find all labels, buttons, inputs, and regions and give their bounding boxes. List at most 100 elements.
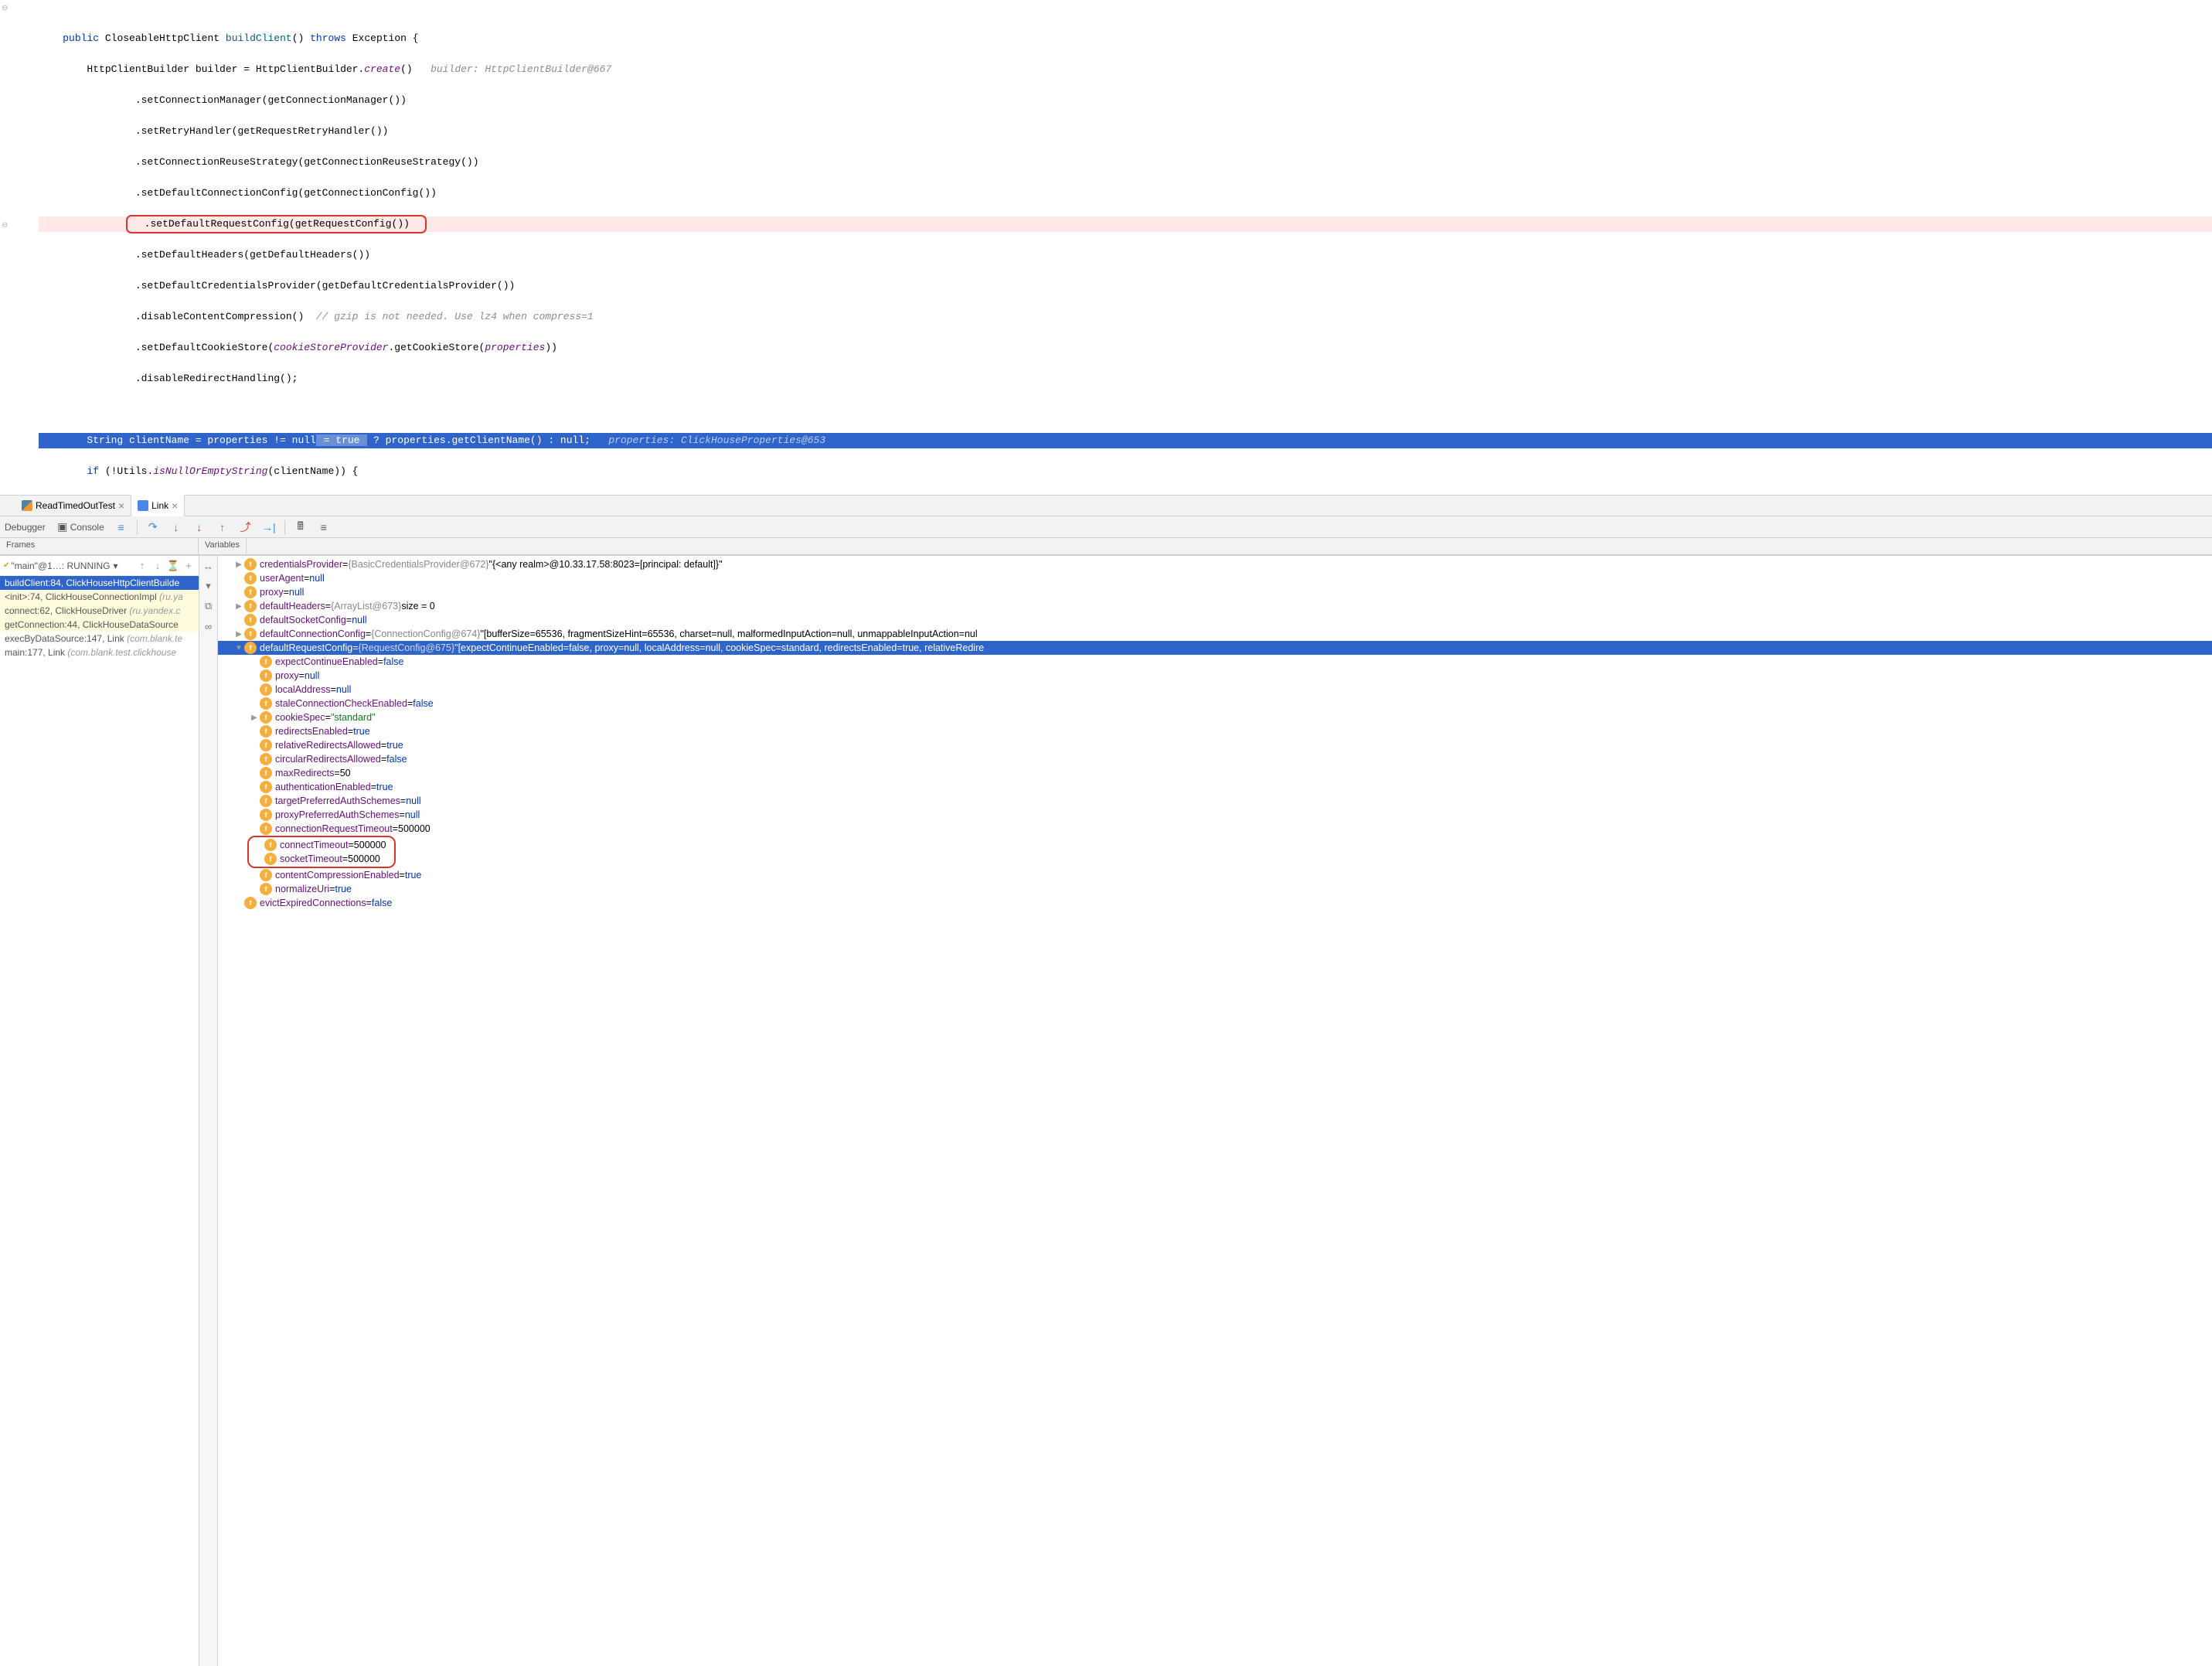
field-icon	[260, 823, 272, 835]
add-button[interactable]: +	[182, 559, 196, 573]
threads-button[interactable]: ≡	[111, 520, 132, 535]
filter-frames-button[interactable]: ⏳	[166, 559, 180, 573]
expand-icon[interactable]: ▶	[233, 630, 244, 639]
side-toolbar: ↔ ▾ ⧉ ∞	[199, 556, 218, 1666]
variable-row[interactable]: proxy = null	[218, 585, 2212, 599]
expand-icon[interactable]: ▶	[233, 560, 244, 569]
field-icon	[260, 656, 272, 668]
field-icon	[260, 795, 272, 807]
stack-frame[interactable]: getConnection:44, ClickHouseDataSource	[0, 618, 199, 632]
annotation-box: connectTimeout = 500000 socketTimeout = …	[247, 836, 396, 868]
fold-icon[interactable]: ⊖	[2, 2, 8, 17]
code-line: .setDefaultCredentialsProvider(getDefaul…	[39, 278, 2212, 294]
field-icon	[260, 753, 272, 765]
variable-row[interactable]: expectContinueEnabled = false	[218, 655, 2212, 669]
stack-frame[interactable]: buildClient:84, ClickHouseHttpClientBuil…	[0, 576, 199, 590]
code-line-highlighted: .setDefaultRequestConfig(getRequestConfi…	[39, 216, 2212, 232]
field-icon	[244, 614, 257, 626]
field-icon	[260, 869, 272, 881]
console-icon: ▣	[56, 521, 69, 533]
field-icon	[244, 586, 257, 598]
console-tab-button[interactable]: ▣Console	[52, 520, 109, 535]
field-icon	[244, 600, 257, 612]
debug-tabs: ReadTimedOutTest × Link ×	[0, 495, 2212, 516]
code-line: .setDefaultConnectionConfig(getConnectio…	[39, 186, 2212, 201]
debug-panel: ✔ "main"@1…: RUNNING ▾ ↑ ↓ ⏳ + buildClie…	[0, 555, 2212, 1666]
settings-button[interactable]: ▾	[202, 579, 216, 593]
code-line: .setDefaultHeaders(getDefaultHeaders())	[39, 247, 2212, 263]
variable-row[interactable]: defaultSocketConfig = null	[218, 613, 2212, 627]
frames-column: ✔ "main"@1…: RUNNING ▾ ↑ ↓ ⏳ + buildClie…	[0, 556, 199, 1666]
variable-row[interactable]: proxyPreferredAuthSchemes = null	[218, 808, 2212, 822]
field-icon	[264, 839, 277, 851]
run-to-cursor-button[interactable]: →|	[258, 520, 280, 535]
threads-icon: ≡	[115, 521, 128, 533]
variable-row-selected[interactable]: ▼defaultRequestConfig = {RequestConfig@6…	[218, 641, 2212, 655]
step-out-button[interactable]: ↑	[212, 520, 233, 535]
variables-tree[interactable]: ▶credentialsProvider = {BasicCredentials…	[218, 556, 2212, 1666]
variable-row[interactable]: targetPreferredAuthSchemes = null	[218, 794, 2212, 808]
panel-headers: Frames Variables	[0, 538, 2212, 555]
debug-toolbar: Debugger ▣Console ≡ ↷ ↓ ↓ ↑ ⤴ →| 🖩 ≡	[0, 516, 2212, 538]
variable-row[interactable]: ▶defaultConnectionConfig = {ConnectionCo…	[218, 627, 2212, 641]
close-icon[interactable]: ×	[172, 499, 178, 512]
variable-row[interactable]: evictExpiredConnections = false	[218, 896, 2212, 910]
copy-button[interactable]: ⧉	[202, 599, 216, 613]
stack-frame[interactable]: connect:62, ClickHouseDriver (ru.yandex.…	[0, 604, 199, 618]
code-editor[interactable]: ⊖ ⊖ public CloseableHttpClient buildClie…	[0, 0, 2212, 495]
variable-row[interactable]: userAgent = null	[218, 571, 2212, 585]
stack-frame[interactable]: <init>:74, ClickHouseConnectionImpl (ru.…	[0, 590, 199, 604]
close-icon[interactable]: ×	[118, 499, 124, 512]
field-icon	[264, 853, 277, 865]
variable-row[interactable]: authenticationEnabled = true	[218, 780, 2212, 794]
variable-row[interactable]: ▶credentialsProvider = {BasicCredentials…	[218, 557, 2212, 571]
inline-hint: builder: HttpClientBuilder@667	[430, 63, 611, 75]
variables-header: Variables	[199, 538, 247, 554]
expand-icon[interactable]: ▶	[249, 714, 260, 722]
field-icon	[260, 711, 272, 724]
evaluate-button[interactable]: 🖩	[290, 520, 311, 535]
stack-frame[interactable]: main:177, Link (com.blank.test.clickhous…	[0, 646, 199, 659]
variable-row[interactable]: relativeRedirectsAllowed = true	[218, 738, 2212, 752]
variable-row[interactable]: staleConnectionCheckEnabled = false	[218, 697, 2212, 710]
code-line: if (!Utils.isNullOrEmptyString(clientNam…	[39, 464, 2212, 479]
variable-row[interactable]: ▶cookieSpec = "standard"	[218, 710, 2212, 724]
force-step-into-button[interactable]: ↓	[189, 520, 210, 535]
variable-row[interactable]: circularRedirectsAllowed = false	[218, 752, 2212, 766]
variable-row[interactable]: ▶defaultHeaders = {ArrayList@673} size =…	[218, 599, 2212, 613]
fold-icon[interactable]: ⊖	[2, 219, 8, 234]
expand-icon[interactable]: ▶	[233, 602, 244, 611]
separator	[284, 520, 285, 534]
collapse-icon[interactable]: ▼	[233, 644, 244, 652]
variable-row[interactable]: socketTimeout = 500000	[250, 852, 390, 866]
code-line: .setDefaultCookieStore(cookieStoreProvid…	[39, 340, 2212, 356]
variable-row[interactable]: redirectsEnabled = true	[218, 724, 2212, 738]
chevron-down-icon: ▾	[113, 560, 117, 571]
variable-row[interactable]: connectTimeout = 500000	[250, 838, 390, 852]
execution-line: String clientName = properties != null =…	[39, 433, 2212, 448]
debugger-tab-button[interactable]: Debugger	[0, 520, 50, 534]
step-into-button[interactable]: ↓	[165, 520, 187, 535]
variable-row[interactable]: localAddress = null	[218, 683, 2212, 697]
field-icon	[260, 781, 272, 793]
step-over-button[interactable]: ↷	[142, 520, 164, 535]
infinity-button[interactable]: ∞	[202, 619, 216, 633]
next-frame-button[interactable]: ↓	[151, 559, 165, 573]
field-icon	[244, 642, 257, 654]
step-over-icon: ↷	[147, 521, 159, 533]
prev-frame-button[interactable]: ↑	[135, 559, 149, 573]
thread-dropdown[interactable]: "main"@1…: RUNNING ▾	[11, 560, 134, 571]
variable-row[interactable]: proxy = null	[218, 669, 2212, 683]
tab-readtimedouttest[interactable]: ReadTimedOutTest ×	[15, 495, 131, 516]
stack-frame[interactable]: execByDataSource:147, Link (com.blank.te	[0, 632, 199, 646]
drop-frame-button[interactable]: ⤴	[235, 520, 257, 535]
code-line: .setRetryHandler(getRequestRetryHandler(…	[39, 124, 2212, 139]
variable-row[interactable]: connectionRequestTimeout = 500000	[218, 822, 2212, 836]
restore-layout-button[interactable]: ↔	[202, 559, 216, 573]
variable-row[interactable]: maxRedirects = 50	[218, 766, 2212, 780]
variable-row[interactable]: normalizeUri = true	[218, 882, 2212, 896]
frames-list[interactable]: buildClient:84, ClickHouseHttpClientBuil…	[0, 576, 199, 1666]
variable-row[interactable]: contentCompressionEnabled = true	[218, 868, 2212, 882]
trace-button[interactable]: ≡	[313, 520, 335, 535]
tab-link[interactable]: Link ×	[131, 495, 185, 516]
